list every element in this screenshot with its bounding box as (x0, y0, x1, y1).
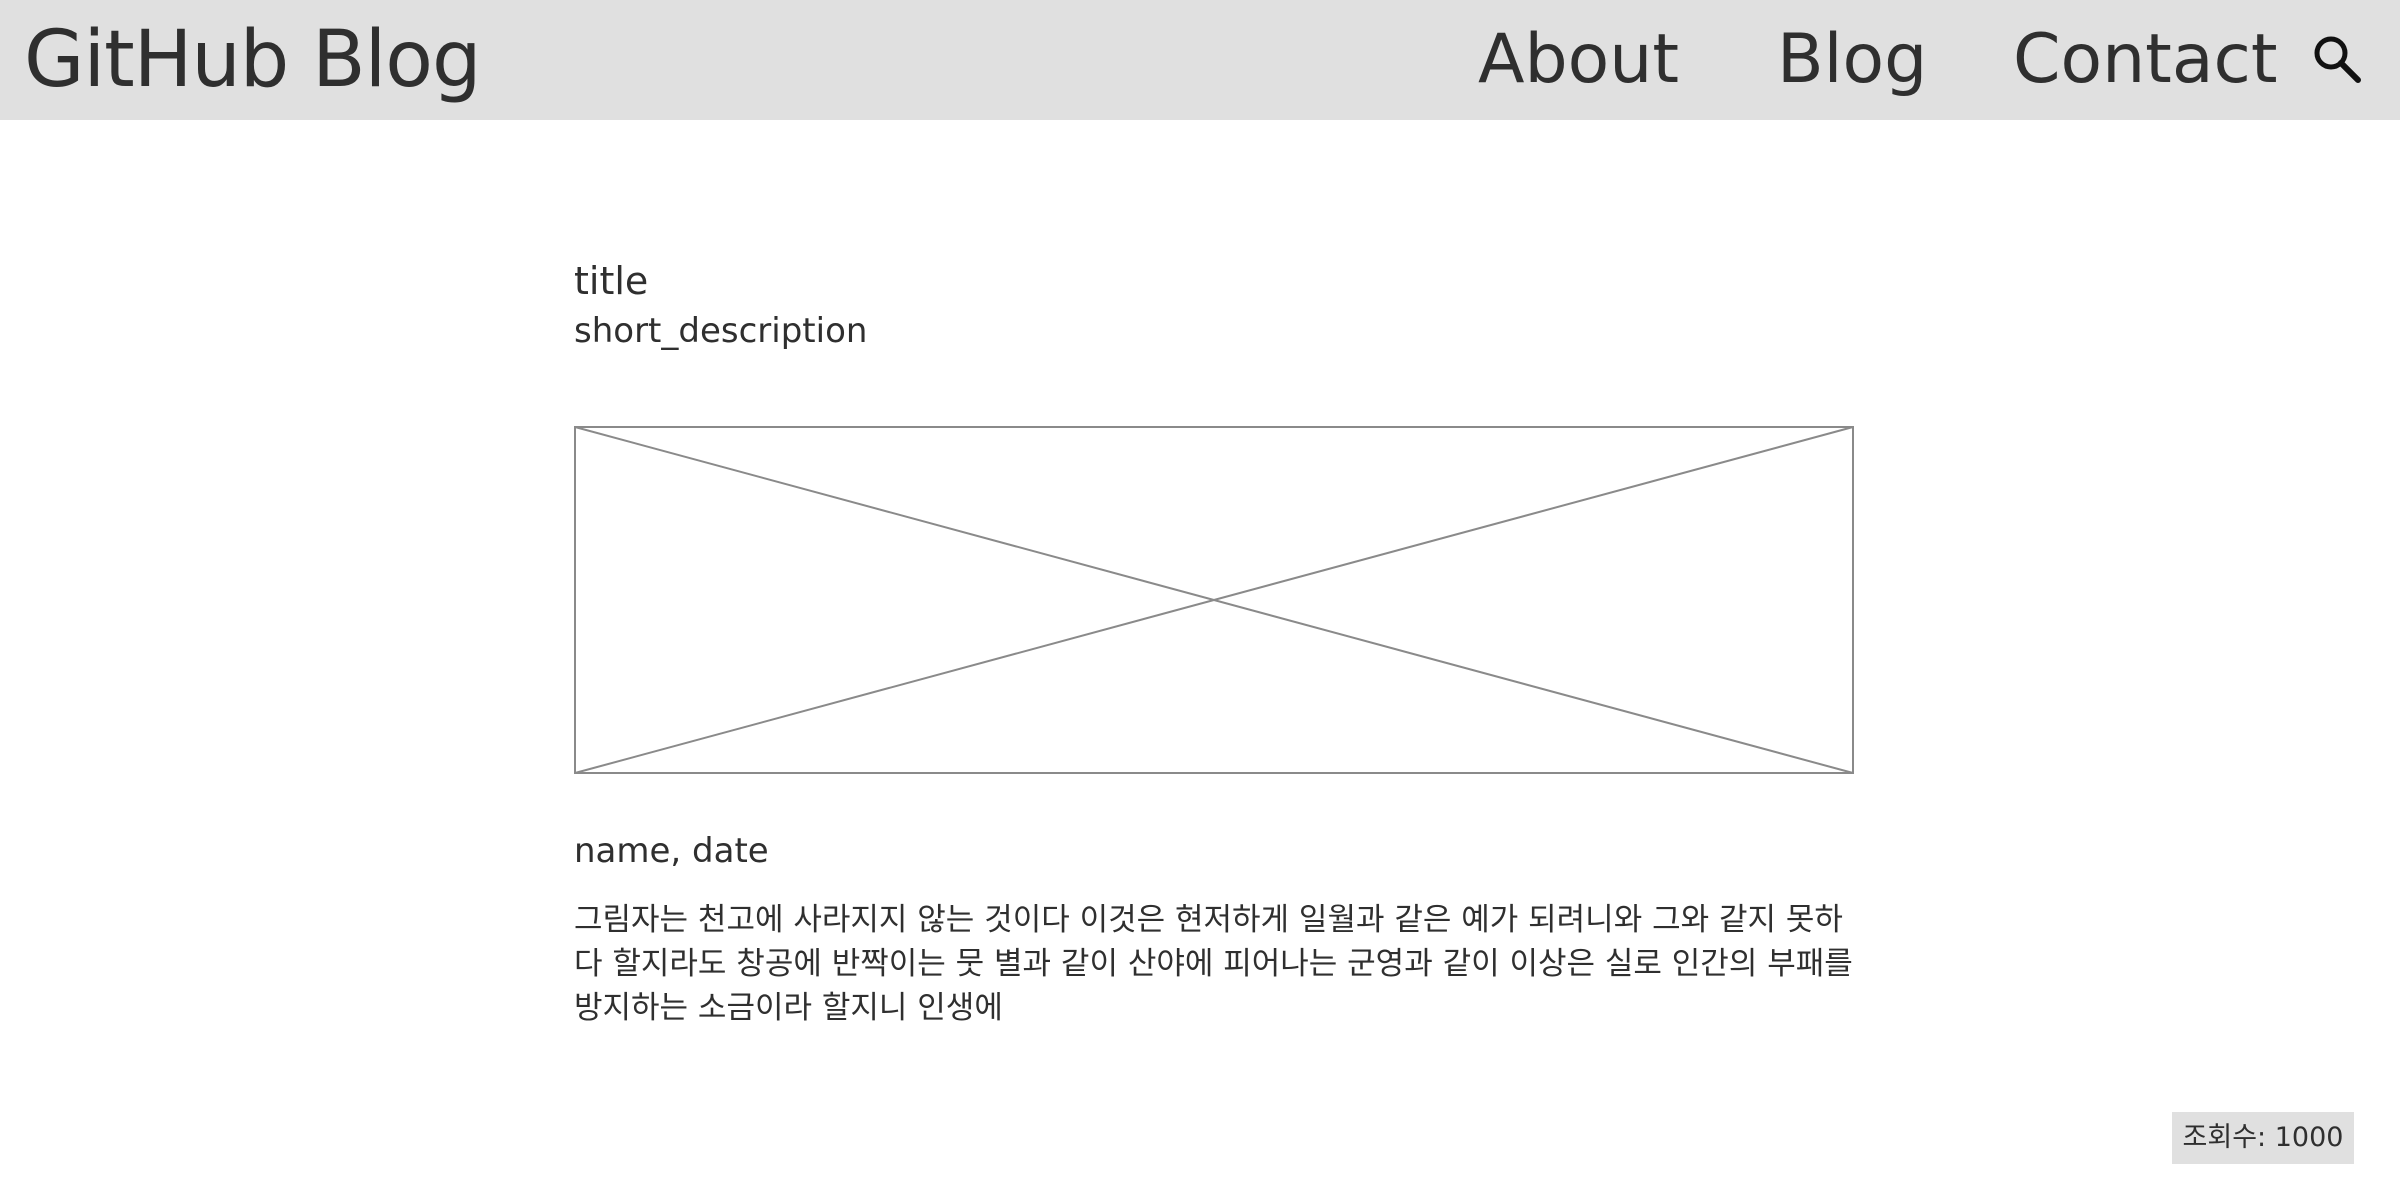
view-count-badge: 조회수: 1000 (2172, 1112, 2354, 1164)
post-image-placeholder (574, 426, 1854, 774)
post-author-date: name, date (574, 831, 769, 871)
nav-about-link[interactable]: About (1478, 12, 1679, 108)
site-brand-link[interactable]: GitHub Blog (24, 12, 482, 108)
search-button[interactable] (2310, 32, 2364, 86)
nav-contact-link[interactable]: Contact (2013, 12, 2278, 108)
post-title: title (574, 259, 649, 303)
image-placeholder-icon (574, 426, 1854, 774)
post-subtitle: short_description (574, 311, 868, 351)
search-icon (2314, 36, 2361, 83)
nav-blog-link[interactable]: Blog (1777, 12, 1927, 108)
post-body-text: 그림자는 천고에 사라지지 않는 것이다 이것은 현저하게 일월과 같은 예가 … (574, 902, 1853, 1026)
site-header: GitHub Blog About Blog Contact (0, 0, 2400, 120)
